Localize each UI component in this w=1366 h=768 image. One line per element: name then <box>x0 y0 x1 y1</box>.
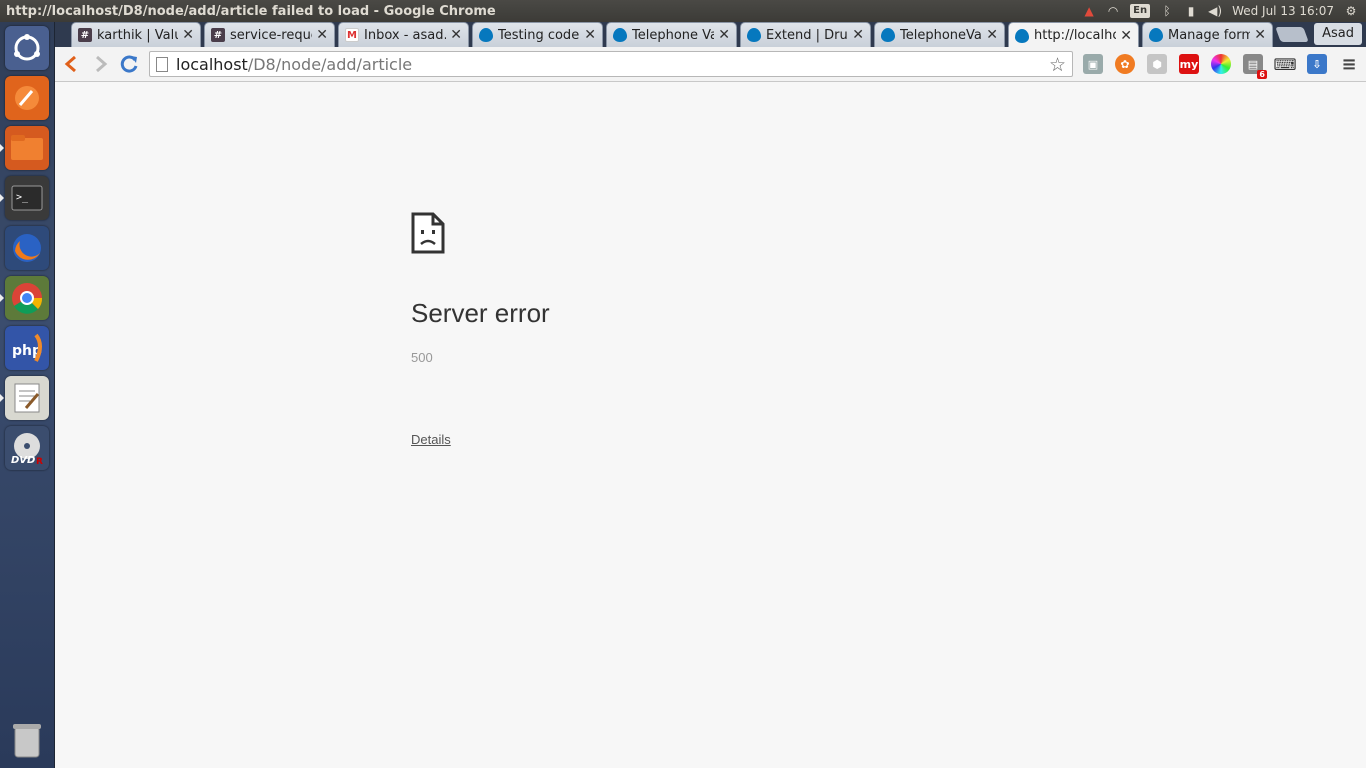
svg-text:>_: >_ <box>16 192 29 203</box>
ubuntu-dash-icon[interactable] <box>5 26 49 70</box>
gmail-icon: M <box>345 28 359 42</box>
tab-strip: # karthik | Valu ✕ # service-reque ✕ M I… <box>55 22 1366 48</box>
tab-testing-code[interactable]: Testing code | ✕ <box>472 22 603 47</box>
close-icon[interactable]: ✕ <box>182 27 194 43</box>
tab-extend-drupal[interactable]: Extend | Drup ✕ <box>740 22 871 47</box>
files-icon[interactable] <box>5 126 49 170</box>
drupal-icon <box>747 28 761 42</box>
dvd-icon[interactable]: DVD R <box>5 426 49 470</box>
close-icon[interactable]: ✕ <box>986 27 998 43</box>
browser-toolbar: localhost/D8/node/add/article ☆ ▣ ✿ ⬢ my… <box>55 47 1366 82</box>
extension-badge-icon[interactable]: ▤ 6 <box>1243 54 1267 79</box>
keyboard-layout-indicator[interactable]: En <box>1130 4 1151 18</box>
tab-localhost-active[interactable]: http://localho ✕ <box>1008 22 1139 48</box>
extension-badge-count: 6 <box>1257 70 1267 79</box>
extension-blue-icon[interactable]: ⇩ <box>1307 54 1327 74</box>
phpstorm-icon[interactable]: php <box>5 326 49 370</box>
close-icon[interactable]: ✕ <box>1120 28 1132 44</box>
firefox-icon[interactable] <box>5 226 49 270</box>
url-host: localhost <box>176 54 248 74</box>
bookmark-star-icon[interactable]: ☆ <box>1049 54 1066 76</box>
running-indicator <box>0 394 4 402</box>
drupal-icon <box>1149 28 1163 42</box>
extension-color-wheel-icon[interactable] <box>1211 54 1231 74</box>
error-code: 500 <box>411 350 433 365</box>
wifi-icon[interactable]: ◠ <box>1106 4 1120 18</box>
slack-hash-icon: # <box>211 28 225 42</box>
reload-button[interactable] <box>117 52 141 76</box>
trash-icon[interactable] <box>5 718 49 762</box>
drupal-icon <box>881 28 895 42</box>
sad-page-icon <box>411 212 445 254</box>
drupal-icon <box>479 28 493 42</box>
tab-telephone-va[interactable]: Telephone Va ✕ <box>606 22 737 47</box>
extension-my-icon[interactable]: my <box>1179 54 1199 74</box>
bluetooth-icon[interactable]: ᛒ <box>1160 4 1174 18</box>
system-top-bar: http://localhost/D8/node/add/article fai… <box>0 0 1366 22</box>
extension-cube-icon[interactable]: ▣ <box>1083 54 1103 74</box>
close-icon[interactable]: ✕ <box>718 27 730 43</box>
scratchpad-icon[interactable] <box>5 76 49 120</box>
close-icon[interactable]: ✕ <box>450 27 462 43</box>
drupal-icon <box>1015 28 1029 43</box>
profile-button[interactable]: Asad <box>1314 23 1362 45</box>
address-bar[interactable]: localhost/D8/node/add/article ☆ <box>149 51 1073 77</box>
extension-shield-icon[interactable]: ⬢ <box>1147 54 1167 74</box>
extension-orange-icon[interactable]: ✿ <box>1115 54 1135 74</box>
page-icon <box>156 56 168 72</box>
clock[interactable]: Wed Jul 13 16:07 <box>1232 4 1334 18</box>
extension-cast-icon[interactable]: ⌨ <box>1273 54 1296 74</box>
drupal-icon <box>613 28 627 42</box>
chrome-icon[interactable] <box>5 276 49 320</box>
svg-text:R: R <box>36 457 43 465</box>
tab-telephoneval[interactable]: TelephoneVal ✕ <box>874 22 1005 47</box>
tab-service-request[interactable]: # service-reque ✕ <box>204 22 335 47</box>
chrome-menu-icon[interactable]: ≡ <box>1339 54 1359 75</box>
settings-gear-icon[interactable]: ⚙ <box>1344 4 1358 18</box>
running-indicator <box>0 194 4 202</box>
tab-inbox[interactable]: M Inbox - asad.k ✕ <box>338 22 469 47</box>
close-icon[interactable]: ✕ <box>1254 27 1266 43</box>
back-button[interactable] <box>59 52 83 76</box>
unity-launcher: >_ php DVD R <box>0 22 55 768</box>
error-title: Server error <box>411 298 550 328</box>
new-tab-button[interactable] <box>1275 27 1309 42</box>
text-editor-icon[interactable] <box>5 376 49 420</box>
system-tray: ▲ ◠ En ᛒ ▮ ◀) Wed Jul 13 16:07 ⚙ <box>1082 0 1366 22</box>
slack-hash-icon: # <box>78 28 92 42</box>
warning-icon[interactable]: ▲ <box>1082 4 1096 18</box>
close-icon[interactable]: ✕ <box>316 27 328 43</box>
back-arrow-icon <box>64 55 76 73</box>
running-indicator <box>0 144 4 152</box>
tab-karthik[interactable]: # karthik | Valu ✕ <box>71 22 201 47</box>
close-icon[interactable]: ✕ <box>584 27 596 43</box>
volume-icon[interactable]: ◀) <box>1208 4 1222 18</box>
svg-text:DVD: DVD <box>11 455 35 465</box>
page-content: Server error 500 Details <box>55 82 1366 768</box>
tab-manage-form[interactable]: Manage form ✕ <box>1142 22 1273 47</box>
details-link[interactable]: Details <box>411 432 451 447</box>
url-path: /D8/node/add/article <box>247 54 413 74</box>
terminal-icon[interactable]: >_ <box>5 176 49 220</box>
close-icon[interactable]: ✕ <box>852 27 864 43</box>
window-title: http://localhost/D8/node/add/article fai… <box>6 3 496 19</box>
forward-arrow-icon <box>96 55 108 73</box>
running-indicator <box>0 294 4 302</box>
forward-button[interactable] <box>89 52 113 76</box>
reload-icon <box>120 55 138 73</box>
battery-icon[interactable]: ▮ <box>1184 4 1198 18</box>
